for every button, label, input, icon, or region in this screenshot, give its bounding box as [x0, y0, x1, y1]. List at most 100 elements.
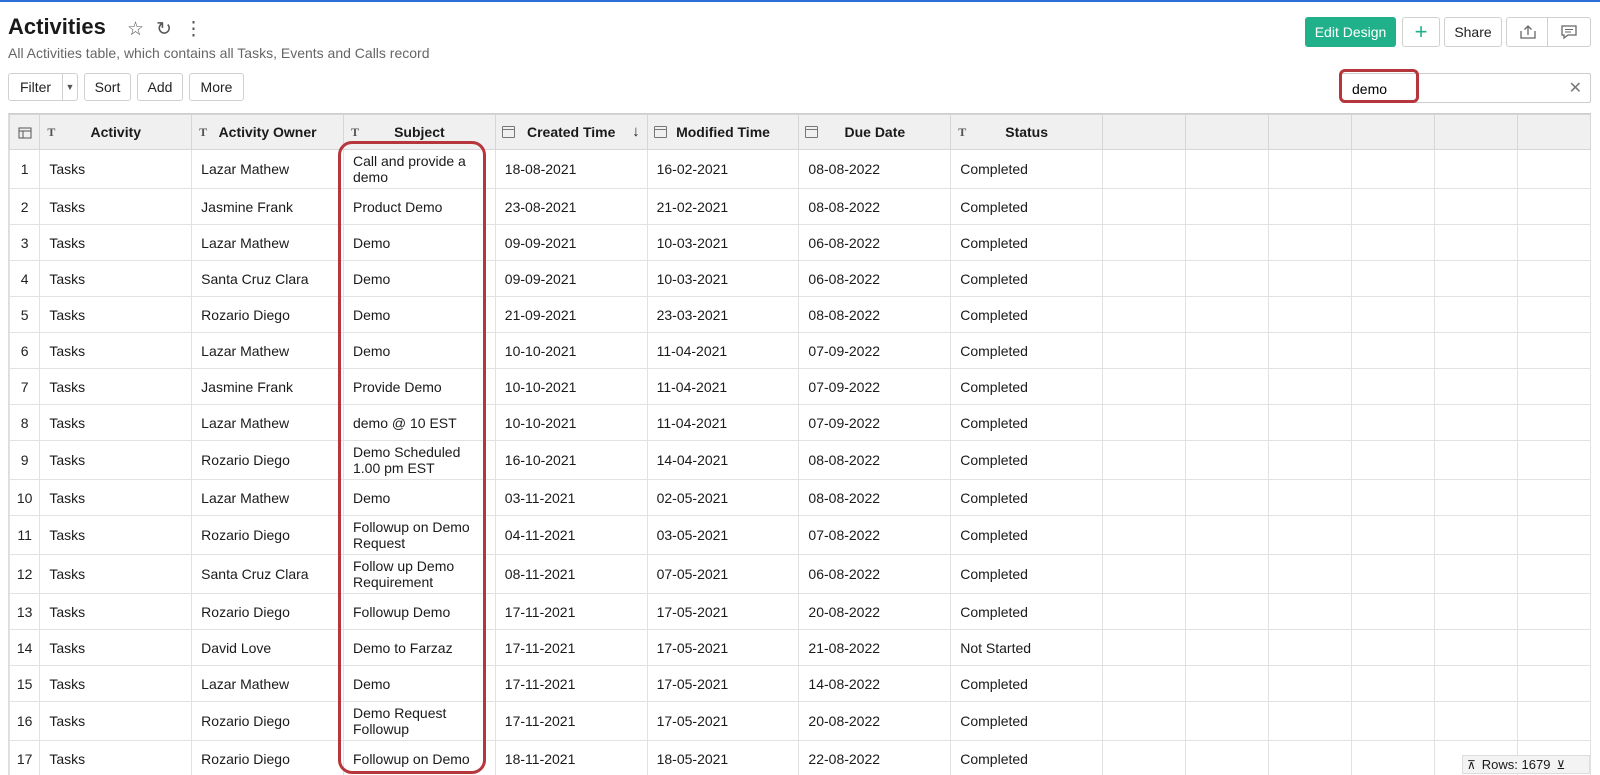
activity-cell[interactable]: Tasks — [40, 516, 192, 555]
status-cell[interactable]: Completed — [951, 516, 1103, 555]
activity-cell[interactable]: Tasks — [40, 369, 192, 405]
column-header-activity[interactable]: TActivity — [40, 115, 192, 150]
activity-owner-cell[interactable]: Lazar Mathew — [192, 150, 344, 189]
created-time-cell[interactable]: 10-10-2021 — [495, 333, 647, 369]
row-number[interactable]: 12 — [10, 555, 40, 594]
activity-owner-cell[interactable]: Lazar Mathew — [192, 333, 344, 369]
table-row[interactable]: 7TasksJasmine FrankProvide Demo10-10-202… — [10, 369, 1591, 405]
add-record-button[interactable]: Add — [137, 73, 183, 101]
activity-cell[interactable]: Tasks — [40, 333, 192, 369]
created-time-cell[interactable]: 17-11-2021 — [495, 666, 647, 702]
subject-cell[interactable]: Provide Demo — [343, 369, 495, 405]
row-number[interactable]: 14 — [10, 630, 40, 666]
activity-cell[interactable]: Tasks — [40, 441, 192, 480]
activity-owner-cell[interactable]: David Love — [192, 630, 344, 666]
clear-icon[interactable]: ✕ — [1569, 78, 1582, 98]
table-row[interactable]: 9TasksRozario DiegoDemo Scheduled 1.00 p… — [10, 441, 1591, 480]
subject-cell[interactable]: Demo Request Followup — [343, 702, 495, 741]
row-number[interactable]: 1 — [10, 150, 40, 189]
created-time-cell[interactable]: 16-10-2021 — [495, 441, 647, 480]
row-number[interactable]: 6 — [10, 333, 40, 369]
due-date-cell[interactable]: 20-08-2022 — [799, 702, 951, 741]
subject-cell[interactable]: Demo — [343, 333, 495, 369]
filter-button[interactable]: Filter — [8, 73, 63, 101]
created-time-cell[interactable]: 23-08-2021 — [495, 189, 647, 225]
table-row[interactable]: 5TasksRozario DiegoDemo21-09-202123-03-2… — [10, 297, 1591, 333]
activity-owner-cell[interactable]: Rozario Diego — [192, 516, 344, 555]
status-cell[interactable]: Completed — [951, 333, 1103, 369]
sort-descending-icon[interactable]: ↓ — [632, 123, 640, 140]
row-number[interactable]: 9 — [10, 441, 40, 480]
table-row[interactable]: 17TasksRozario DiegoFollowup on Demo18-1… — [10, 741, 1591, 775]
modified-time-cell[interactable]: 10-03-2021 — [647, 261, 799, 297]
table-row[interactable]: 16TasksRozario DiegoDemo Request Followu… — [10, 702, 1591, 741]
search-input[interactable] — [1350, 80, 1554, 98]
activity-owner-cell[interactable]: Lazar Mathew — [192, 480, 344, 516]
created-time-cell[interactable]: 08-11-2021 — [495, 555, 647, 594]
subject-cell[interactable]: Demo — [343, 225, 495, 261]
due-date-cell[interactable]: 07-09-2022 — [799, 333, 951, 369]
column-header-subject[interactable]: TSubject — [343, 115, 495, 150]
row-number[interactable]: 13 — [10, 594, 40, 630]
activity-cell[interactable]: Tasks — [40, 405, 192, 441]
subject-cell[interactable]: Demo — [343, 666, 495, 702]
due-date-cell[interactable]: 07-09-2022 — [799, 369, 951, 405]
sort-button[interactable]: Sort — [84, 73, 131, 101]
status-cell[interactable]: Completed — [951, 666, 1103, 702]
comments-button[interactable] — [1547, 17, 1591, 47]
add-button[interactable]: + — [1402, 17, 1440, 47]
row-number[interactable]: 2 — [10, 189, 40, 225]
due-date-cell[interactable]: 08-08-2022 — [799, 441, 951, 480]
table-row[interactable]: 12TasksSanta Cruz ClaraFollow up Demo Re… — [10, 555, 1591, 594]
row-number[interactable]: 3 — [10, 225, 40, 261]
due-date-cell[interactable]: 22-08-2022 — [799, 741, 951, 775]
due-date-cell[interactable]: 14-08-2022 — [799, 666, 951, 702]
due-date-cell[interactable]: 08-08-2022 — [799, 480, 951, 516]
due-date-cell[interactable]: 21-08-2022 — [799, 630, 951, 666]
activity-cell[interactable]: Tasks — [40, 261, 192, 297]
modified-time-cell[interactable]: 17-05-2021 — [647, 666, 799, 702]
subject-cell[interactable]: Followup Demo — [343, 594, 495, 630]
status-cell[interactable]: Completed — [951, 189, 1103, 225]
status-cell[interactable]: Not Started — [951, 630, 1103, 666]
subject-cell[interactable]: Call and provide a demo — [343, 150, 495, 189]
activity-owner-cell[interactable]: Rozario Diego — [192, 297, 344, 333]
activity-owner-cell[interactable]: Rozario Diego — [192, 441, 344, 480]
column-header-due-date[interactable]: Due Date — [799, 115, 951, 150]
modified-time-cell[interactable]: 21-02-2021 — [647, 189, 799, 225]
edit-design-button[interactable]: Edit Design — [1305, 17, 1396, 47]
due-date-cell[interactable]: 06-08-2022 — [799, 261, 951, 297]
modified-time-cell[interactable]: 18-05-2021 — [647, 741, 799, 775]
created-time-cell[interactable]: 17-11-2021 — [495, 594, 647, 630]
activity-cell[interactable]: Tasks — [40, 297, 192, 333]
star-icon[interactable]: ☆ — [127, 18, 144, 42]
created-time-cell[interactable]: 21-09-2021 — [495, 297, 647, 333]
row-number[interactable]: 15 — [10, 666, 40, 702]
activity-owner-cell[interactable]: Santa Cruz Clara — [192, 555, 344, 594]
column-header-status[interactable]: TStatus — [951, 115, 1103, 150]
activity-owner-cell[interactable]: Lazar Mathew — [192, 225, 344, 261]
row-number[interactable]: 10 — [10, 480, 40, 516]
activity-cell[interactable]: Tasks — [40, 189, 192, 225]
created-time-cell[interactable]: 09-09-2021 — [495, 261, 647, 297]
table-row[interactable]: 13TasksRozario DiegoFollowup Demo17-11-2… — [10, 594, 1591, 630]
activity-owner-cell[interactable]: Rozario Diego — [192, 702, 344, 741]
subject-cell[interactable]: Follow up Demo Requirement — [343, 555, 495, 594]
modified-time-cell[interactable]: 02-05-2021 — [647, 480, 799, 516]
status-cell[interactable]: Completed — [951, 297, 1103, 333]
activity-owner-cell[interactable]: Jasmine Frank — [192, 369, 344, 405]
modified-time-cell[interactable]: 17-05-2021 — [647, 594, 799, 630]
due-date-cell[interactable]: 08-08-2022 — [799, 297, 951, 333]
table-row[interactable]: 8TasksLazar Mathewdemo @ 10 EST10-10-202… — [10, 405, 1591, 441]
row-number[interactable]: 7 — [10, 369, 40, 405]
more-vertical-icon[interactable]: ⋮ — [184, 18, 203, 42]
modified-time-cell[interactable]: 17-05-2021 — [647, 702, 799, 741]
created-time-cell[interactable]: 18-08-2021 — [495, 150, 647, 189]
row-number[interactable]: 4 — [10, 261, 40, 297]
table-row[interactable]: 15TasksLazar MathewDemo17-11-202117-05-2… — [10, 666, 1591, 702]
modified-time-cell[interactable]: 07-05-2021 — [647, 555, 799, 594]
created-time-cell[interactable]: 09-09-2021 — [495, 225, 647, 261]
column-header-modified-time[interactable]: Modified Time — [647, 115, 799, 150]
activity-owner-cell[interactable]: Lazar Mathew — [192, 666, 344, 702]
status-cell[interactable]: Completed — [951, 225, 1103, 261]
